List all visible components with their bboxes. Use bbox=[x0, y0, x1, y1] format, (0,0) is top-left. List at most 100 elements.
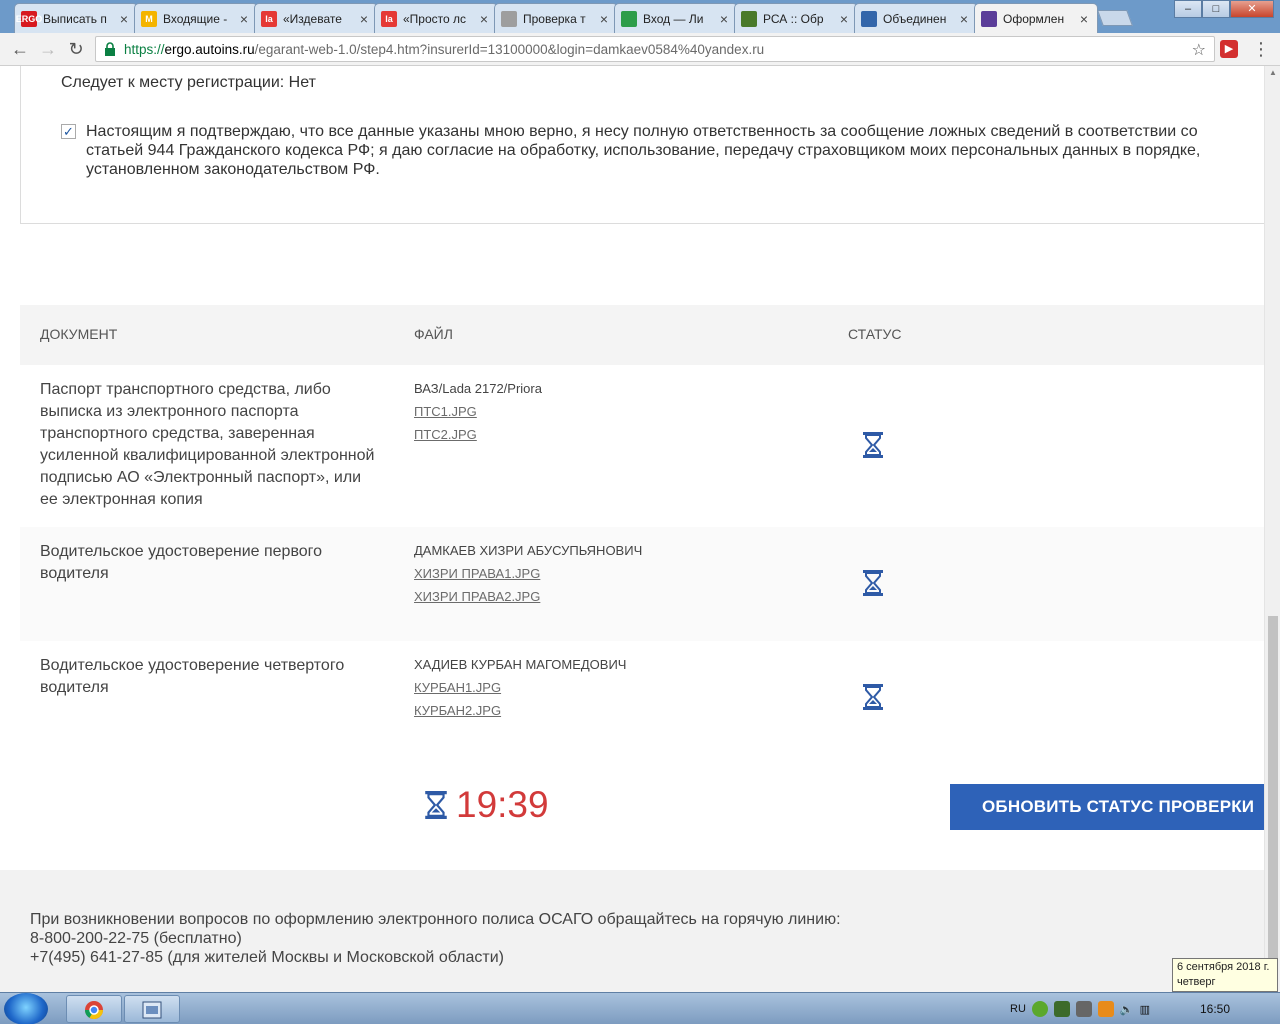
hourglass-icon bbox=[425, 791, 447, 819]
browser-tab[interactable]: Оформлен × bbox=[974, 3, 1098, 33]
window-icon bbox=[142, 1001, 162, 1019]
start-button[interactable] bbox=[4, 993, 48, 1024]
hotline-intro: При возникновении вопросов по оформлению… bbox=[30, 911, 841, 928]
consent-checkbox[interactable]: ✓ bbox=[61, 124, 76, 139]
minimize-button[interactable]: – bbox=[1174, 0, 1202, 18]
browser-tab[interactable]: Вход — Ли × bbox=[614, 3, 738, 33]
network-icon[interactable]: ▥ bbox=[1140, 1003, 1150, 1016]
browser-tab[interactable]: Объединен × bbox=[854, 3, 978, 33]
table-row: Водительское удостоверение первого водит… bbox=[20, 527, 1264, 641]
chrome-icon bbox=[85, 1001, 103, 1020]
back-button[interactable]: ← bbox=[6, 35, 34, 63]
file-owner: ХАДИЕВ КУРБАН МАГОМЕДОВИЧ bbox=[414, 657, 627, 672]
taskbar-chrome[interactable] bbox=[66, 995, 122, 1023]
language-indicator[interactable]: RU bbox=[1010, 1003, 1026, 1015]
volume-icon[interactable]: 🔈 bbox=[1120, 1003, 1134, 1016]
url-path: /egarant-web-1.0/step4.htm?insurerId=131… bbox=[254, 41, 765, 57]
file-link[interactable]: КУРБАН2.JPG bbox=[414, 699, 626, 722]
browser-tab[interactable]: РСА :: Обр × bbox=[734, 3, 858, 33]
maximize-button[interactable]: □ bbox=[1202, 0, 1230, 18]
address-bar[interactable]: https://ergo.autoins.ru/egarant-web-1.0/… bbox=[95, 36, 1215, 62]
bookmark-star-icon[interactable]: ☆ bbox=[1192, 40, 1206, 60]
browser-tab[interactable]: la «Издевате × bbox=[254, 3, 378, 33]
file-link[interactable]: КУРБАН1.JPG bbox=[414, 676, 626, 699]
tab-title: Выписать п bbox=[43, 11, 107, 26]
tray-app-icon[interactable] bbox=[1097, 1001, 1114, 1017]
forward-arrow-icon: → bbox=[39, 38, 57, 59]
back-arrow-icon: ← bbox=[11, 38, 29, 59]
tooltip-day: четверг bbox=[1177, 976, 1216, 988]
browser-tab[interactable]: M Входящие - × bbox=[134, 3, 258, 33]
tray-app-icon[interactable] bbox=[1053, 1001, 1070, 1017]
clock[interactable]: 16:50 bbox=[1200, 1002, 1230, 1016]
tab-close-icon[interactable]: × bbox=[717, 11, 731, 27]
tab-close-icon[interactable]: × bbox=[477, 11, 491, 27]
taskbar-app[interactable] bbox=[124, 995, 180, 1023]
secure-lock-icon bbox=[105, 42, 115, 56]
page-scrollbar[interactable]: ▲ ▼ bbox=[1264, 66, 1280, 992]
reload-icon: ↻ bbox=[68, 38, 84, 59]
page-viewport: Следует к месту регистрации: Нет ✓ Насто… bbox=[0, 66, 1264, 992]
hourglass-icon bbox=[863, 570, 883, 596]
tab-title: Вход — Ли bbox=[643, 11, 704, 26]
tab-favicon-icon: ERGO bbox=[16, 10, 42, 27]
system-tray: RU 🔈 ▥ bbox=[1010, 993, 1150, 1024]
registration-line: Следует к месту регистрации: Нет bbox=[61, 74, 316, 91]
reload-button[interactable]: ↻ bbox=[62, 35, 90, 63]
table-header: Документ Файл Статус bbox=[20, 305, 1264, 365]
table-row: Паспорт транспортного средства, либо вып… bbox=[20, 365, 1264, 527]
file-link[interactable]: ХИЗРИ ПРАВА2.JPG bbox=[414, 585, 642, 608]
tooltip-date: 6 сентября 2018 г. bbox=[1177, 961, 1270, 973]
tab-close-icon[interactable]: × bbox=[957, 11, 971, 27]
file-link[interactable]: ПТС2.JPG bbox=[414, 423, 542, 446]
tab-favicon-icon: M bbox=[141, 10, 157, 27]
browser-tab[interactable]: ERGO Выписать п × bbox=[14, 3, 138, 33]
countdown-timer: 19:39 bbox=[456, 784, 549, 825]
file-link[interactable]: ПТС1.JPG bbox=[414, 400, 542, 423]
header-status: Статус bbox=[848, 326, 902, 342]
header-file: Файл bbox=[414, 326, 453, 342]
tab-favicon-icon bbox=[861, 10, 877, 27]
tab-close-icon[interactable]: × bbox=[1077, 11, 1091, 27]
tray-app-icon[interactable] bbox=[1031, 1001, 1048, 1017]
tab-close-icon[interactable]: × bbox=[357, 11, 371, 27]
scroll-up-icon[interactable]: ▲ bbox=[1265, 66, 1280, 80]
tab-close-icon[interactable]: × bbox=[117, 11, 131, 27]
hotline-info: При возникновении вопросов по оформлению… bbox=[30, 910, 841, 967]
tab-favicon-icon: la bbox=[381, 10, 397, 27]
browser-tab[interactable]: Проверка т × bbox=[494, 3, 618, 33]
forward-button[interactable]: → bbox=[34, 35, 62, 63]
extension-icon[interactable]: ▶ bbox=[1220, 40, 1238, 58]
windows-taskbar: RU 🔈 ▥ 16:50 bbox=[0, 992, 1280, 1024]
file-cell: ВАЗ/Lada 2172/Priora ПТС1.JPG ПТС2.JPG bbox=[414, 377, 542, 446]
browser-menu-icon[interactable]: ⋮ bbox=[1252, 40, 1270, 58]
scrollbar-thumb[interactable] bbox=[1268, 616, 1278, 961]
browser-tab[interactable]: la «Просто лс × bbox=[374, 3, 498, 33]
tab-title: РСА :: Обр bbox=[763, 11, 824, 26]
page-footer: При возникновении вопросов по оформлению… bbox=[0, 870, 1264, 992]
file-link[interactable]: ХИЗРИ ПРАВА1.JPG bbox=[414, 562, 642, 585]
document-name: Паспорт транспортного средства, либо вып… bbox=[40, 381, 375, 508]
tab-favicon-icon bbox=[501, 10, 517, 27]
countdown: 19:39 bbox=[424, 784, 549, 826]
tab-close-icon[interactable]: × bbox=[837, 11, 851, 27]
tab-favicon-icon bbox=[621, 10, 637, 27]
tab-close-icon[interactable]: × bbox=[237, 11, 251, 27]
consent-block: ✓ Настоящим я подтверждаю, что все данны… bbox=[61, 122, 1231, 179]
url-scheme: https:// bbox=[124, 41, 165, 57]
hotline-free: 8-800-200-22-75 (бесплатно) bbox=[30, 930, 242, 947]
document-name: Водительское удостоверение первого водит… bbox=[40, 543, 323, 582]
tab-close-icon[interactable]: × bbox=[597, 11, 611, 27]
file-owner: ВАЗ/Lada 2172/Priora bbox=[414, 381, 542, 396]
tray-app-icon[interactable] bbox=[1075, 1001, 1092, 1017]
hourglass-icon bbox=[863, 432, 883, 458]
new-tab-button[interactable] bbox=[1097, 10, 1133, 26]
tab-title: Входящие - bbox=[163, 11, 228, 26]
table-row: Водительское удостоверение четвертого во… bbox=[20, 641, 1264, 755]
header-document: Документ bbox=[40, 326, 118, 342]
document-name: Водительское удостоверение четвертого во… bbox=[40, 657, 345, 696]
close-window-button[interactable]: ✕ bbox=[1230, 0, 1274, 18]
date-tooltip: 6 сентября 2018 г. четверг bbox=[1172, 958, 1278, 992]
tab-favicon-icon bbox=[981, 10, 997, 27]
refresh-status-button[interactable]: Обновить статус проверки bbox=[950, 784, 1264, 830]
